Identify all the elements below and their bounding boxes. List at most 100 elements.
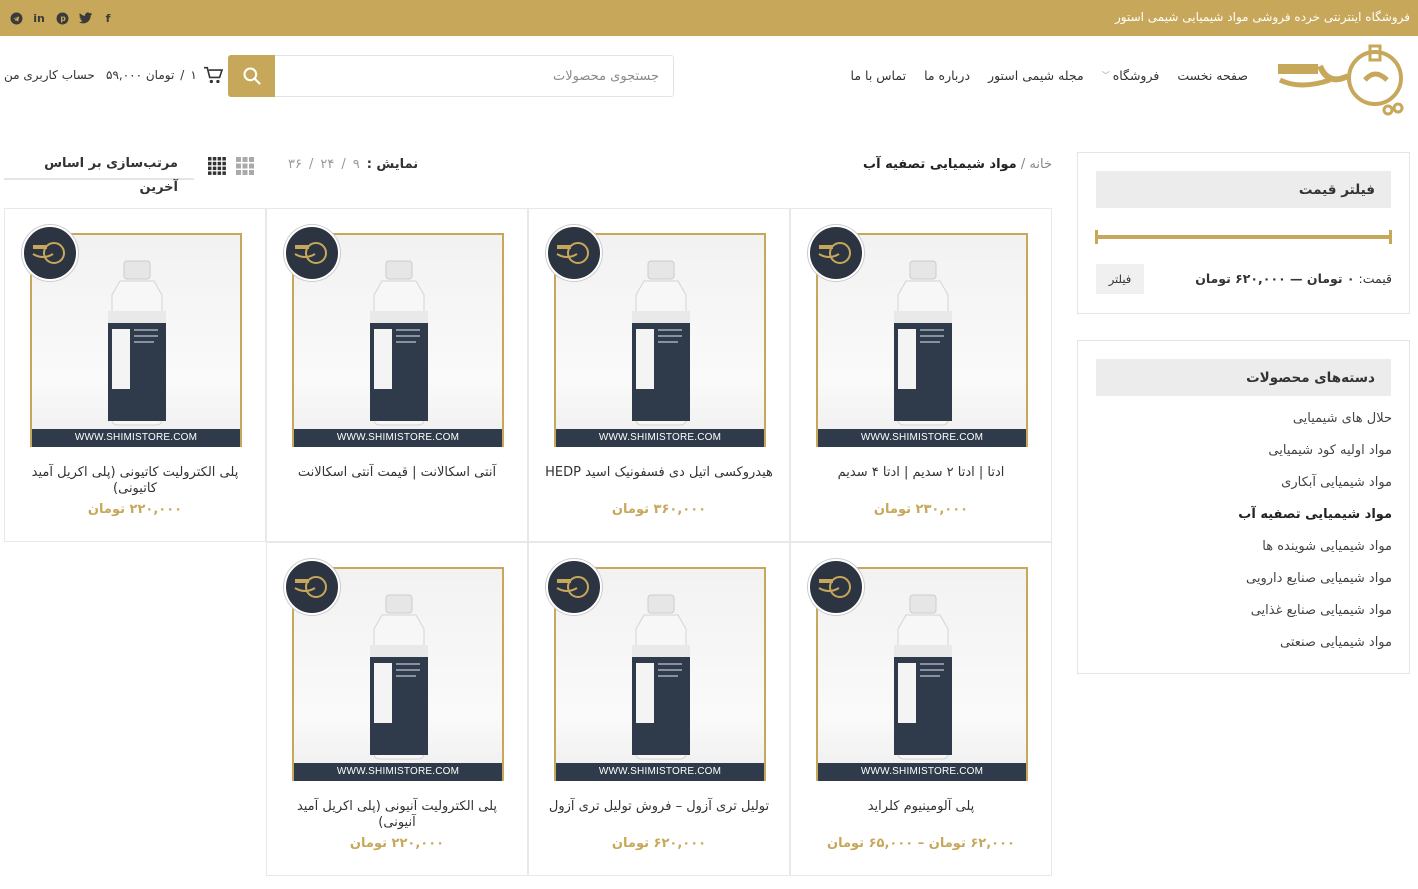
product-image[interactable]: WWW.SHIMISTORE.COM: [808, 559, 1028, 781]
product-image[interactable]: WWW.SHIMISTORE.COM: [546, 225, 766, 447]
product-card[interactable]: WWW.SHIMISTORE.COM پلی آلومینیوم کلراید …: [790, 542, 1052, 876]
product-price: ۲۲۰,۰۰۰ تومان: [349, 836, 445, 851]
product-title[interactable]: تولیل تری آزول – فروش تولیل تری آزول: [543, 799, 775, 815]
nav-contact[interactable]: تماس با ما: [851, 68, 907, 83]
category-item[interactable]: مواد شیمیایی صنایع غذایی: [1238, 603, 1392, 635]
product-card[interactable]: WWW.SHIMISTORE.COM تولیل تری آزول – فروش…: [528, 542, 790, 876]
product-image[interactable]: WWW.SHIMISTORE.COM: [808, 225, 1028, 447]
store-badge-logo: [284, 225, 340, 281]
sort-select[interactable]: مرتب‌سازی بر اساس آخرین: [4, 152, 194, 195]
per-page-option[interactable]: ۲۴: [320, 157, 334, 172]
category-item[interactable]: مواد شیمیایی صنعتی: [1238, 635, 1392, 667]
search-bar: [228, 55, 674, 97]
per-page-option[interactable]: ۹: [353, 157, 360, 172]
linkedin-icon[interactable]: in: [31, 10, 47, 26]
bottle-image: [894, 594, 952, 760]
store-badge-logo: [22, 225, 78, 281]
breadcrumb-home[interactable]: خانه: [1029, 157, 1052, 172]
product-site-label: WWW.SHIMISTORE.COM: [294, 763, 502, 781]
product-site-label: WWW.SHIMISTORE.COM: [818, 763, 1026, 781]
categories-widget: دسته‌های محصولات حلال های شیمیایی مواد ا…: [1077, 340, 1410, 674]
product-card[interactable]: WWW.SHIMISTORE.COM آنتی اسکالانت | قیمت …: [266, 208, 528, 542]
chevron-down-icon: ﹀: [1101, 71, 1110, 80]
breadcrumb-current: مواد شیمیایی تصفیه آب: [863, 157, 1017, 172]
product-title[interactable]: پلی آلومینیوم کلراید: [805, 799, 1037, 815]
pinterest-icon[interactable]: p: [54, 10, 70, 26]
per-page-label: نمایش :: [366, 157, 419, 172]
category-item[interactable]: مواد اولیه کود شیمیایی: [1238, 443, 1392, 475]
product-card[interactable]: WWW.SHIMISTORE.COM ادتا | ادتا ۲ سدیم | …: [790, 208, 1052, 542]
facebook-icon[interactable]: f: [100, 10, 116, 26]
category-item-active[interactable]: مواد شیمیایی تصفیه آب: [1238, 507, 1392, 539]
nav-about[interactable]: درباره ما: [924, 68, 970, 83]
cart-icon: [203, 66, 223, 84]
cart-total: ۵۹,۰۰۰ تومان: [106, 68, 175, 82]
bottle-image: [632, 260, 690, 426]
product-site-label: WWW.SHIMISTORE.COM: [32, 429, 240, 447]
filter-button[interactable]: فیلتر: [1096, 264, 1144, 294]
nav-home[interactable]: صفحه نخست: [1177, 68, 1248, 83]
categories-title: دسته‌های محصولات: [1096, 359, 1391, 396]
store-badge-logo: [546, 559, 602, 615]
product-site-label: WWW.SHIMISTORE.COM: [294, 429, 502, 447]
product-price: ۶۲۰,۰۰۰ تومان: [611, 836, 707, 851]
bottle-image: [370, 594, 428, 760]
product-site-label: WWW.SHIMISTORE.COM: [556, 763, 764, 781]
bottle-image: [894, 260, 952, 426]
product-image[interactable]: WWW.SHIMISTORE.COM: [284, 225, 504, 447]
product-title[interactable]: ادتا | ادتا ۲ سدیم | ادتا ۴ سدیم: [805, 465, 1037, 481]
bottle-image: [108, 260, 166, 426]
telegram-icon[interactable]: [8, 10, 24, 26]
store-badge-logo: [546, 225, 602, 281]
product-price: ۲۲۰,۰۰۰ تومان: [87, 502, 183, 517]
cart-link[interactable]: ۵۹,۰۰۰ تومان / ۱: [106, 66, 223, 84]
product-price: ۲۳۰,۰۰۰ تومان: [873, 502, 969, 517]
product-image[interactable]: WWW.SHIMISTORE.COM: [284, 559, 504, 781]
product-card[interactable]: WWW.SHIMISTORE.COM هیدروکسی اتیل دی فسفو…: [528, 208, 790, 542]
price-range-slider[interactable]: [1095, 230, 1392, 244]
price-range-value: ۰ تومان — ۶۲۰,۰۰۰ تومان: [1195, 271, 1355, 286]
category-item[interactable]: حلال های شیمیایی: [1238, 411, 1392, 443]
svg-text:p: p: [60, 14, 66, 23]
nav-magazine[interactable]: مجله شیمی استور: [988, 68, 1084, 83]
product-title[interactable]: آنتی اسکالانت | قیمت آنتی اسکالانت: [281, 465, 513, 481]
view-switcher: [208, 157, 254, 175]
product-card[interactable]: WWW.SHIMISTORE.COM پلی الکترولیت کاتیونی…: [4, 208, 266, 542]
nav-shop[interactable]: فروشگاه ﹀: [1102, 68, 1160, 83]
price-range-label: قیمت: ۰ تومان — ۶۲۰,۰۰۰ تومان: [1195, 271, 1392, 286]
bottle-image: [370, 260, 428, 426]
store-badge-logo: [284, 559, 340, 615]
store-badge-logo: [808, 559, 864, 615]
social-links: in p f: [8, 10, 116, 26]
site-tagline: فروشگاه اینترنتی خرده فروشی مواد شیمیایی…: [1114, 10, 1410, 24]
account-link[interactable]: حساب کاربری من: [4, 68, 95, 82]
product-image[interactable]: WWW.SHIMISTORE.COM: [546, 559, 766, 781]
grid-4-icon[interactable]: [208, 157, 226, 175]
search-input[interactable]: [275, 55, 674, 97]
product-title[interactable]: هیدروکسی اتیل دی فسفونیک اسید HEDP: [543, 465, 775, 481]
product-site-label: WWW.SHIMISTORE.COM: [556, 429, 764, 447]
category-list: حلال های شیمیایی مواد اولیه کود شیمیایی …: [1238, 411, 1392, 667]
product-site-label: WWW.SHIMISTORE.COM: [818, 429, 1026, 447]
nav-shop-label: فروشگاه: [1112, 68, 1160, 83]
category-item[interactable]: مواد شیمیایی شوینده ها: [1238, 539, 1392, 571]
product-price: ۳۶۰,۰۰۰ تومان: [611, 502, 707, 517]
search-button[interactable]: [228, 55, 275, 97]
cart-count: ۱: [190, 68, 197, 82]
category-item[interactable]: مواد شیمیایی صنایع دارویی: [1238, 571, 1392, 603]
store-badge-logo: [808, 225, 864, 281]
price-filter-widget: فیلتر قیمت قیمت: ۰ تومان — ۶۲۰,۰۰۰ تومان…: [1077, 152, 1410, 314]
main-nav: صفحه نخست فروشگاه ﹀ مجله شیمی استور دربار…: [851, 68, 1248, 83]
site-logo[interactable]: [1270, 40, 1410, 116]
per-page-option[interactable]: ۳۶: [288, 157, 302, 172]
product-title[interactable]: پلی الکترولیت کاتیونی (پلی اکریل آمید کا…: [19, 465, 251, 497]
product-title[interactable]: پلی الکترولیت آنیونی (پلی اکریل آمید آنی…: [281, 799, 513, 831]
per-page-selector: نمایش : ۹ / ۲۴ / ۳۶: [288, 157, 419, 172]
grid-3-icon[interactable]: [236, 157, 254, 175]
twitter-icon[interactable]: [77, 10, 93, 26]
product-image[interactable]: WWW.SHIMISTORE.COM: [22, 225, 242, 447]
category-item[interactable]: مواد شیمیایی آبکاری: [1238, 475, 1392, 507]
search-icon: [242, 67, 261, 85]
product-card[interactable]: WWW.SHIMISTORE.COM پلی الکترولیت آنیونی …: [266, 542, 528, 876]
breadcrumb: خانه / مواد شیمیایی تصفیه آب: [863, 157, 1052, 172]
